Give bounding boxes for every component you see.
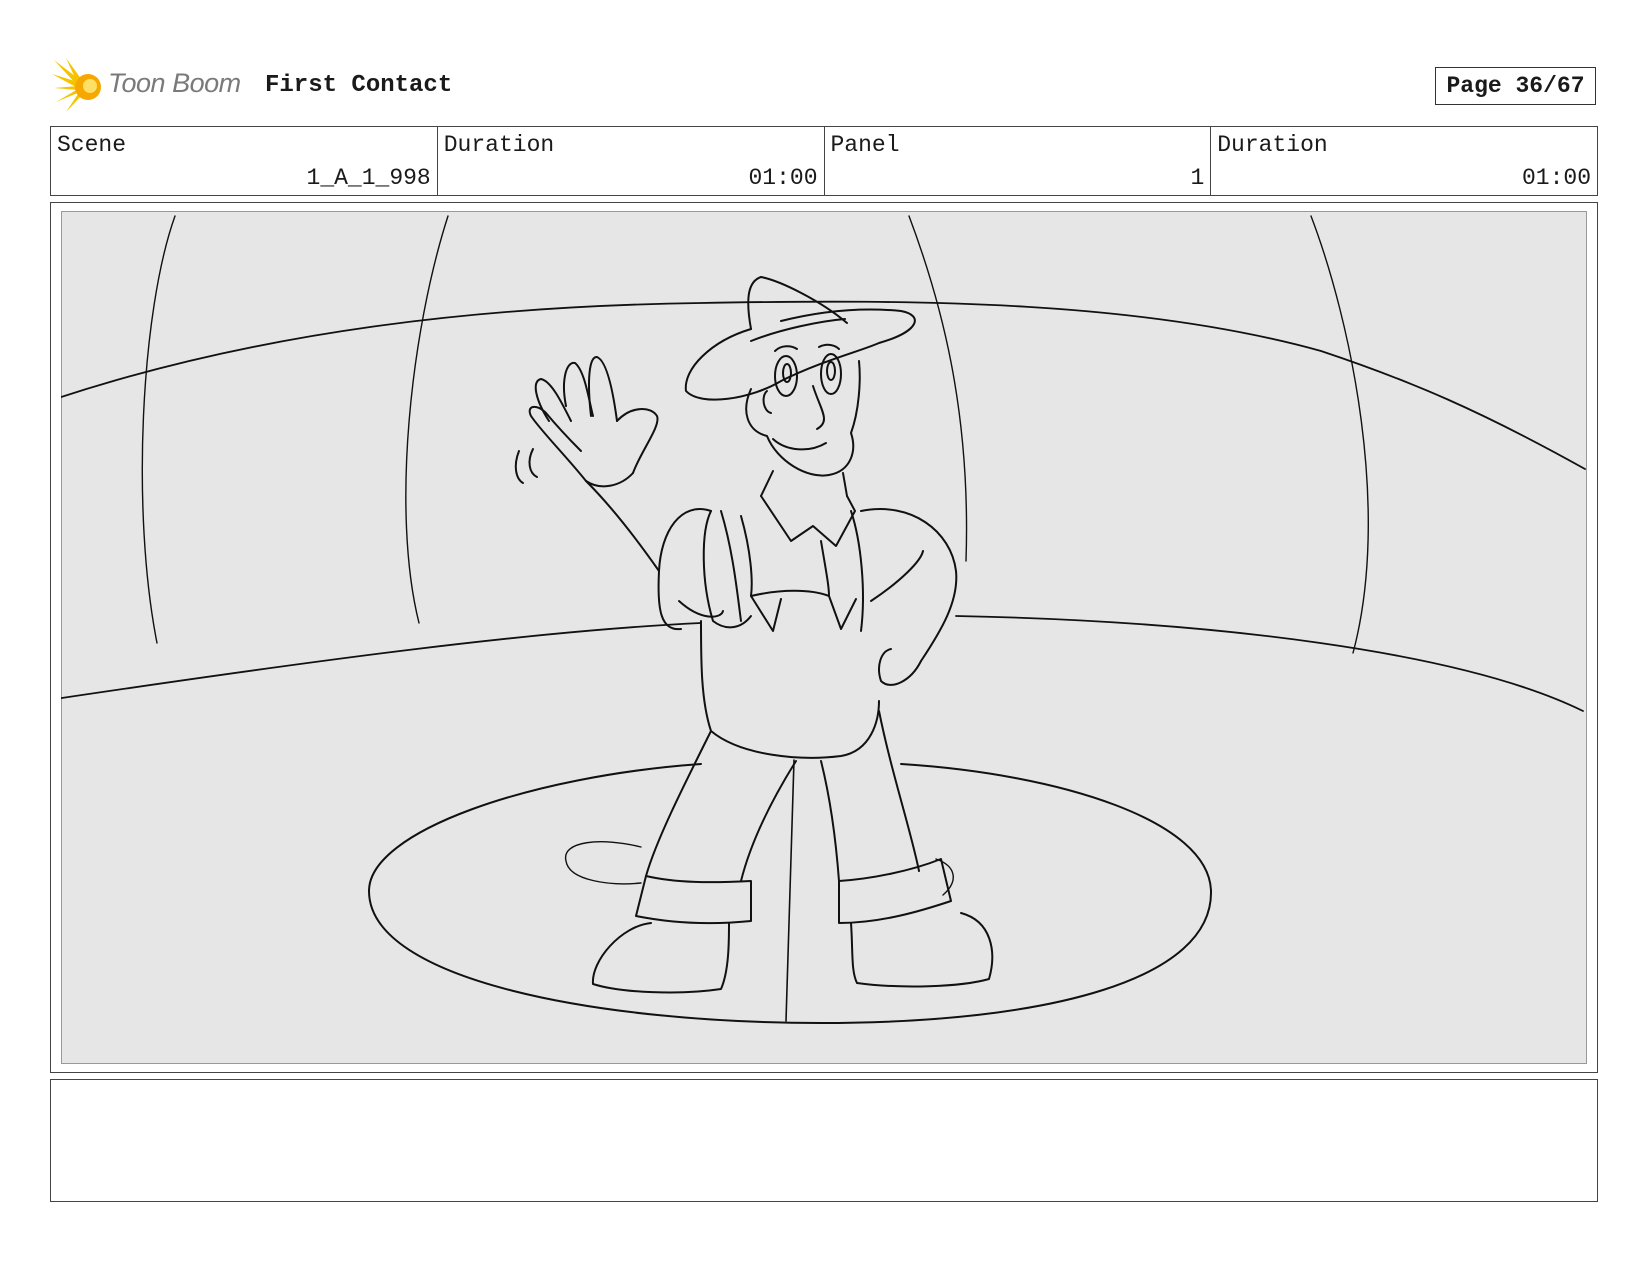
- panel-duration-cell: Duration 01:00: [1211, 127, 1597, 195]
- scene-value: 1_A_1_998: [306, 165, 431, 191]
- scene-duration-label: Duration: [443, 132, 555, 158]
- panel-label: Panel: [830, 132, 900, 158]
- panel-cell: Panel 1: [825, 127, 1212, 195]
- toon-boom-logo: Toon Boom: [52, 58, 252, 114]
- panel-value: 1: [1190, 165, 1205, 191]
- storyboard-panel: [50, 202, 1598, 1073]
- starburst-logo-icon: [52, 58, 101, 112]
- scene-label: Scene: [57, 132, 127, 158]
- scene-duration-value: 01:00: [748, 165, 818, 191]
- panel-sketch-image: [61, 211, 1587, 1064]
- logo-wordmark: Toon Boom: [108, 68, 241, 98]
- panel-background: [61, 211, 1587, 1064]
- panel-info-table: Scene 1_A_1_998 Duration 01:00 Panel 1 D…: [50, 126, 1598, 196]
- scene-duration-cell: Duration 01:00: [438, 127, 825, 195]
- page-number: Page 36/67: [1435, 67, 1596, 105]
- project-title: First Contact: [265, 72, 453, 99]
- panel-notes-box: [50, 1079, 1598, 1202]
- scene-cell: Scene 1_A_1_998: [51, 127, 438, 195]
- panel-duration-label: Duration: [1217, 132, 1328, 158]
- panel-duration-value: 01:00: [1521, 165, 1591, 191]
